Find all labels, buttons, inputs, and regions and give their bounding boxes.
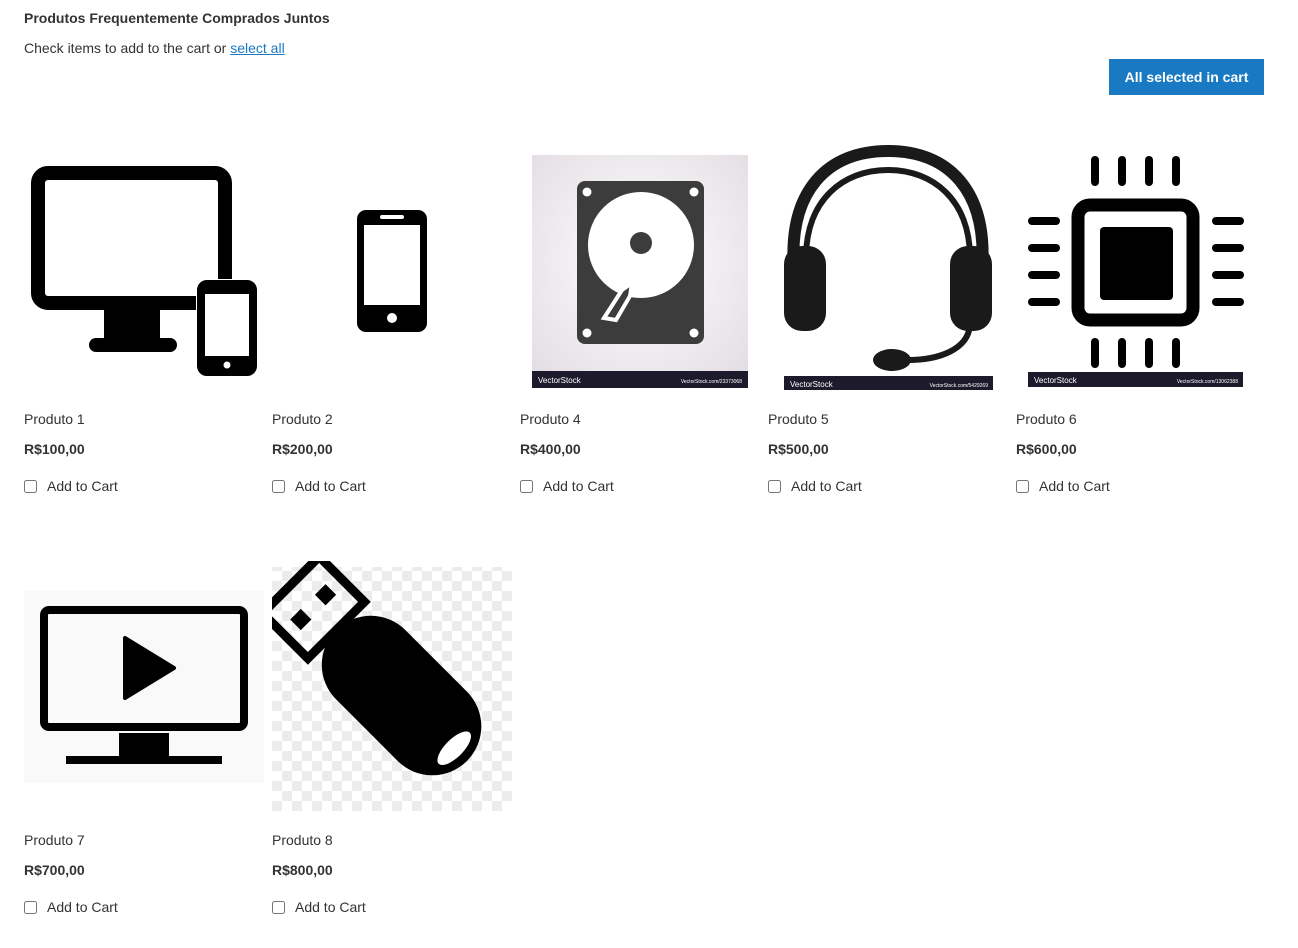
headset-icon[interactable]: VectorStock VectorStock.com/5429269 [768,140,1008,390]
hard-drive-icon[interactable]: VectorStock VectorStock.com/23373068 [520,140,760,390]
add-to-cart-checkbox[interactable] [1016,479,1029,493]
product-name[interactable]: Produto 7 [24,832,85,848]
product-name[interactable]: Produto 2 [272,411,333,427]
add-to-cart-option[interactable]: Add to Cart [272,477,366,495]
product-name[interactable]: Produto 5 [768,411,829,427]
add-to-cart-option[interactable]: Add to Cart [768,477,862,495]
cpu-chip-icon[interactable]: VectorStock VectorStock.com/13062388 [1016,140,1256,390]
vectorstock-watermark: VectorStock [538,376,582,385]
add-to-cart-label: Add to Cart [47,899,118,915]
add-to-cart-checkbox[interactable] [768,479,781,493]
vectorstock-url: VectorStock.com/5429269 [930,383,989,389]
subtitle: Check items to add to the cart or select… [24,40,285,56]
vectorstock-watermark: VectorStock [790,380,834,389]
add-to-cart-label: Add to Cart [791,478,862,494]
add-to-cart-option[interactable]: Add to Cart [520,477,614,495]
tv-play-icon[interactable] [24,561,264,811]
add-to-cart-option[interactable]: Add to Cart [24,477,118,495]
add-to-cart-checkbox[interactable] [272,479,285,493]
product-name[interactable]: Produto 1 [24,411,85,427]
select-all-link[interactable]: select all [230,40,284,56]
add-to-cart-checkbox[interactable] [272,900,285,914]
add-to-cart-label: Add to Cart [295,478,366,494]
page-title: Produtos Frequentemente Comprados Juntos [24,10,330,26]
add-to-cart-option[interactable]: Add to Cart [272,898,366,916]
product-price: R$500,00 [768,441,829,457]
add-to-cart-checkbox[interactable] [24,479,37,493]
smartphone-icon[interactable] [272,140,512,390]
product-name[interactable]: Produto 8 [272,832,333,848]
product-price: R$800,00 [272,862,333,878]
product-price: R$600,00 [1016,441,1077,457]
usb-drive-icon[interactable] [272,561,512,811]
add-to-cart-checkbox[interactable] [520,479,533,493]
add-to-cart-checkbox[interactable] [24,900,37,914]
product-price: R$200,00 [272,441,333,457]
subtitle-text: Check items to add to the cart or [24,40,231,56]
desktop-mobile-icon[interactable] [24,140,264,390]
product-price: R$700,00 [24,862,85,878]
add-to-cart-label: Add to Cart [47,478,118,494]
product-name[interactable]: Produto 6 [1016,411,1077,427]
product-price: R$400,00 [520,441,581,457]
vectorstock-url: VectorStock.com/23373068 [681,379,742,385]
add-to-cart-label: Add to Cart [1039,478,1110,494]
add-to-cart-label: Add to Cart [543,478,614,494]
all-selected-in-cart-button[interactable]: All selected in cart [1109,59,1264,95]
vectorstock-url: VectorStock.com/13062388 [1177,379,1238,385]
add-to-cart-option[interactable]: Add to Cart [24,898,118,916]
product-price: R$100,00 [24,441,85,457]
vectorstock-watermark: VectorStock [1034,376,1078,385]
add-to-cart-label: Add to Cart [295,899,366,915]
add-to-cart-option[interactable]: Add to Cart [1016,477,1110,495]
product-name[interactable]: Produto 4 [520,411,581,427]
